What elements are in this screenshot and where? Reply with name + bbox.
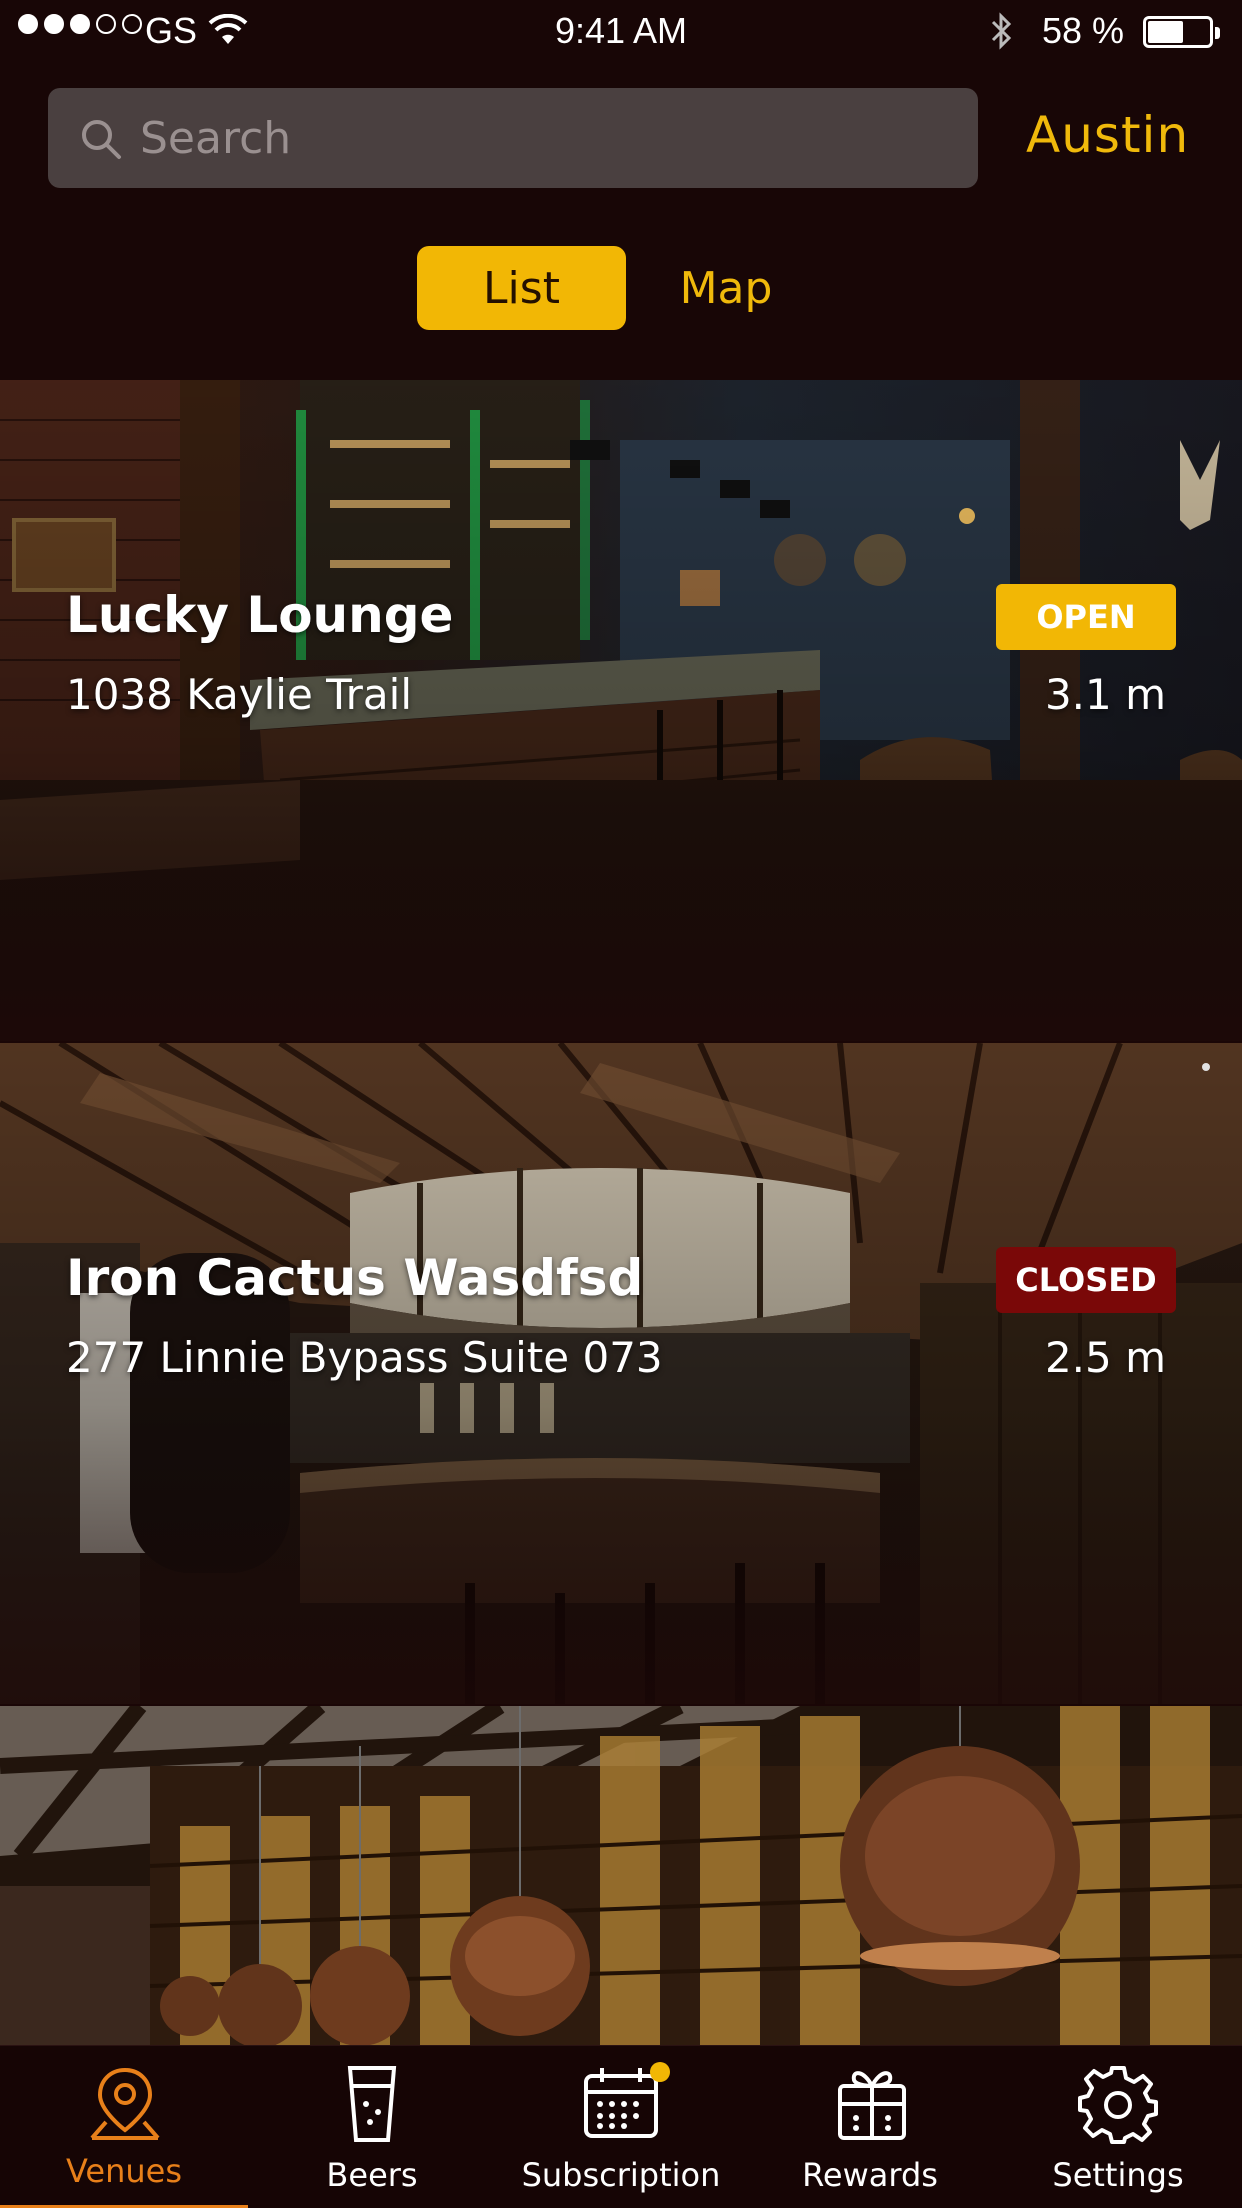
header: Austin List Map <box>0 62 1242 380</box>
tab-label: Rewards <box>802 2156 938 2194</box>
city-selector[interactable]: Austin <box>1026 106 1189 164</box>
venue-photo <box>0 1706 1242 2045</box>
tab-bar: Venues Beers Subscription Rewards Settin… <box>0 2045 1242 2208</box>
tab-beers[interactable]: Beers <box>248 2046 496 2208</box>
tab-rewards[interactable]: Rewards <box>746 2046 994 2208</box>
gear-icon <box>1078 2066 1158 2144</box>
venue-card[interactable] <box>0 1706 1242 2045</box>
battery-percent: 58 % <box>1042 10 1125 51</box>
venue-address: 1038 Kaylie Trail <box>66 670 412 719</box>
tab-settings[interactable]: Settings <box>994 2046 1242 2208</box>
status-badge: OPEN <box>996 584 1176 650</box>
tab-label: Venues <box>65 2152 182 2190</box>
gift-icon <box>838 2071 906 2140</box>
calendar-icon <box>584 2068 658 2138</box>
status-badge: CLOSED <box>996 1247 1176 1313</box>
map-view-button[interactable]: Map <box>640 246 812 330</box>
beer-glass-icon <box>347 2066 397 2142</box>
search-input[interactable] <box>140 88 960 188</box>
tab-venues[interactable]: Venues <box>0 2046 248 2208</box>
search-icon <box>82 120 121 159</box>
search-bar[interactable] <box>48 88 978 188</box>
venue-name: Lucky Lounge <box>66 586 454 644</box>
notification-dot <box>650 2062 670 2082</box>
venue-address: 277 Linnie Bypass Suite 073 <box>66 1333 663 1382</box>
venue-distance: 2.5 m <box>1044 1333 1166 1382</box>
venue-distance: 3.1 m <box>1044 670 1166 719</box>
tab-label: Settings <box>1052 2156 1184 2194</box>
list-view-button[interactable]: List <box>417 246 626 330</box>
bluetooth-icon <box>991 12 1012 50</box>
map-pin-icon <box>90 2067 160 2140</box>
venue-card[interactable]: Iron Cactus Wasdfsd CLOSED 277 Linnie By… <box>0 1043 1242 1704</box>
venue-card[interactable]: Lucky Lounge OPEN 1038 Kaylie Trail 3.1 … <box>0 380 1242 1041</box>
status-bar: GS 9:41 AM 58 % <box>0 0 1242 62</box>
tab-label: Subscription <box>521 2156 721 2194</box>
tab-subscription[interactable]: Subscription <box>496 2046 746 2208</box>
battery-icon <box>1143 16 1220 48</box>
tab-label: Beers <box>326 2156 418 2194</box>
venue-name: Iron Cactus Wasdfsd <box>66 1249 644 1307</box>
